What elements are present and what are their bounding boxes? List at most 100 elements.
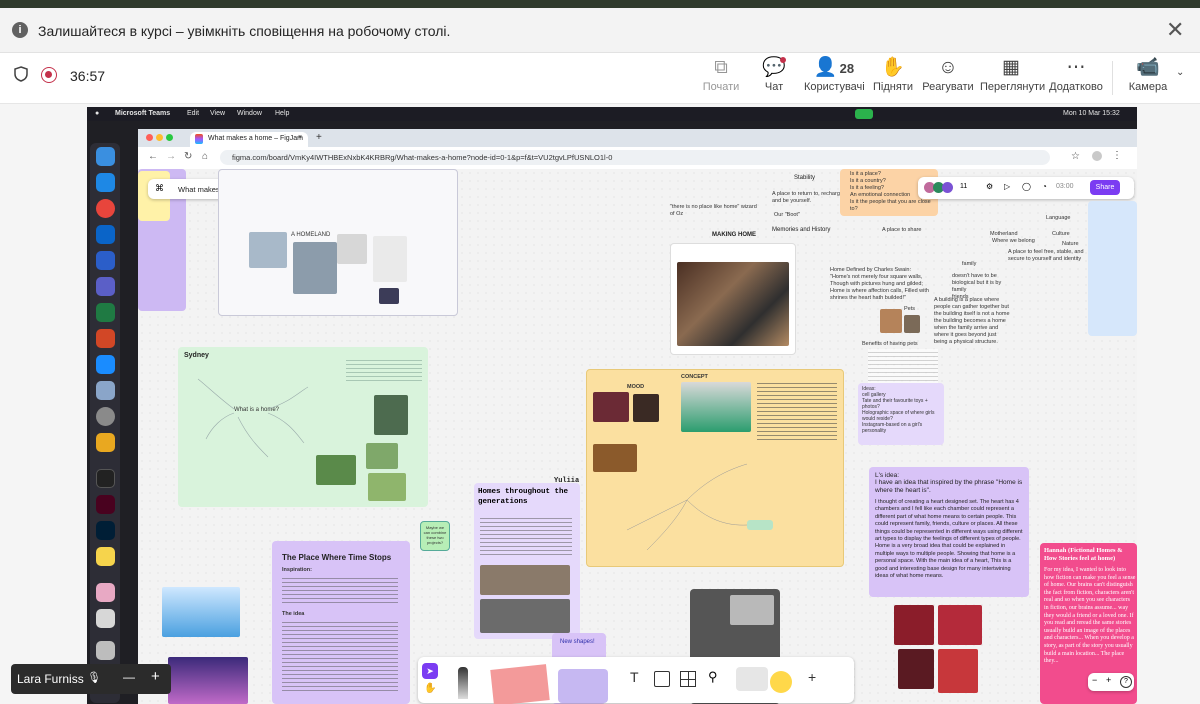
safari-icon[interactable] [96,173,115,192]
wizard-of-oz-quote: "there is no place like home" wizard of … [670,204,757,217]
trash-icon[interactable] [96,641,115,660]
charles-swain-quote: Home Defined by Charles Swain: "Home's n… [830,267,929,301]
people-button[interactable]: 👤 28 Користувачі [804,53,865,103]
self-view-tile[interactable]: Lara Furniss 🎙 — + [11,664,171,694]
sunset-image [168,657,248,704]
preview-icon[interactable] [96,609,115,628]
teams-icon[interactable] [96,277,115,296]
place-feel-free-note: A place to feel free, stable, and secure… [1008,249,1084,262]
boot-note: Our "Boot" [774,212,800,218]
chat-button[interactable]: 💬 Чат [756,53,792,103]
notes-icon[interactable] [96,547,115,566]
section-tool[interactable] [654,671,670,687]
forward-icon[interactable]: → [166,151,176,162]
slack-icon[interactable] [96,433,115,452]
stamp-tool[interactable]: ⚲ [708,669,718,685]
section-homeland: A HOMELAND [218,169,458,316]
hannah-body: For my idea, I wanted to look into how f… [1044,567,1136,665]
camera-button[interactable]: 📹 Камера [1124,53,1172,103]
zoom-in-icon[interactable]: + [1106,675,1111,685]
launchpad-icon[interactable] [96,381,115,400]
close-tab-icon[interactable]: × [298,134,302,141]
text-tool[interactable]: T [630,669,639,685]
word-icon[interactable] [96,251,115,270]
timer-value[interactable]: 03:00 [1056,183,1074,190]
faces-image [293,242,337,294]
react-button[interactable]: ☺ Реагувати [922,53,974,103]
participant-name: Lara Furniss [17,672,84,686]
menubar-help[interactable]: Help [275,110,289,117]
menubar-edit[interactable]: Edit [187,110,199,117]
section-sydney: Sydney What is a home? [178,347,428,507]
bookmark-star-icon[interactable]: ☆ [1071,151,1080,162]
url-field[interactable]: figma.com/board/VmKy4IWTHBExNxbK4KRBRg/W… [220,150,1050,165]
map-image [249,232,287,268]
menubar-view[interactable]: View [210,110,225,117]
comment-icon[interactable]: ◯ [1022,182,1031,191]
mac-menubar: ● Microsoft Teams Edit View Window Help … [87,107,1137,121]
close-icon[interactable]: ✕ [1166,17,1184,43]
present-icon[interactable]: ▷ [1004,182,1010,191]
greenery-photo [374,395,408,435]
outlook-icon[interactable] [96,225,115,244]
history-photo [480,565,570,595]
profile-icon[interactable] [1092,151,1102,161]
expand-button[interactable]: + [151,668,160,685]
section-concept: MOOD CONCEPT [586,369,844,567]
help-icon[interactable]: ? [1120,676,1132,688]
reload-icon[interactable]: ↻ [184,151,192,162]
pen-tool[interactable] [458,667,468,699]
finder-icon[interactable] [96,147,115,166]
more-tools-icon[interactable]: + [808,669,816,685]
avatar-count[interactable]: 11 [960,183,967,190]
onedrive-icon[interactable] [96,355,115,374]
minimize-button[interactable]: — [123,670,135,684]
browser-menu-icon[interactable]: ⋮ [1112,150,1122,161]
chat-icon: 💬 [762,57,786,78]
widgets-tool[interactable] [736,667,768,691]
indesign-icon[interactable] [96,495,115,514]
hand-tool[interactable]: ✋ [424,683,436,694]
family-note: family [962,261,977,267]
idea-item: Instagram-based on a girl's personality [862,422,923,434]
camera-options-icon[interactable]: ⌄ [1176,67,1184,78]
more-button[interactable]: ⋯ Додатково [1048,53,1104,103]
share-button[interactable]: ⧉ Почати [698,53,744,103]
people-icon: 👤 [813,57,838,78]
terminal-icon[interactable] [96,469,115,488]
view-button[interactable]: ▦ Переглянути [980,53,1045,103]
photoshop-icon[interactable] [96,521,115,540]
unread-dot [780,57,786,63]
browser-tab-figjam[interactable]: What makes a home – FigJam × [190,132,308,147]
question-item: Is it the people that you are close to? [850,199,931,212]
chrome-icon[interactable] [96,199,115,218]
avatar[interactable] [942,182,953,193]
menubar-window[interactable]: Window [237,110,262,117]
powerpoint-icon[interactable] [96,329,115,348]
timer-icon[interactable]: ◔ [1042,182,1047,191]
generations-title: Homes throughout the generations [478,488,569,506]
nature-note: Nature [1062,241,1079,247]
back-icon[interactable]: ← [148,151,158,162]
shield-icon[interactable] [14,66,28,82]
emoji-tool[interactable] [770,671,792,693]
spotlight-icon[interactable]: ⚙ [986,182,993,191]
notification-bar: i Залишайтеся в курсі – увімкніть сповіщ… [0,8,1200,53]
excel-icon[interactable] [96,303,115,322]
figjam-menu-icon[interactable]: ⌘ [155,183,164,194]
making-home-collage [670,243,796,355]
generations-text [480,515,572,555]
share-button[interactable]: Share [1090,180,1120,195]
figjam-canvas[interactable]: ⌘ What makes a home A HOMELAND "there is… [138,169,1137,704]
zoom-out-icon[interactable]: − [1092,675,1097,685]
select-tool[interactable]: ➤ [422,663,438,679]
table-tool[interactable] [680,671,696,687]
language-note: Language [1046,215,1071,221]
new-tab-icon[interactable]: + [316,132,322,143]
home-icon[interactable]: ⌂ [202,151,208,162]
sticky-tool[interactable] [490,664,550,704]
shapes-tool[interactable] [558,669,608,703]
photos-icon[interactable] [96,583,115,602]
settings-icon[interactable] [96,407,115,426]
raise-hand-button[interactable]: ✋ Підняти [872,53,914,103]
